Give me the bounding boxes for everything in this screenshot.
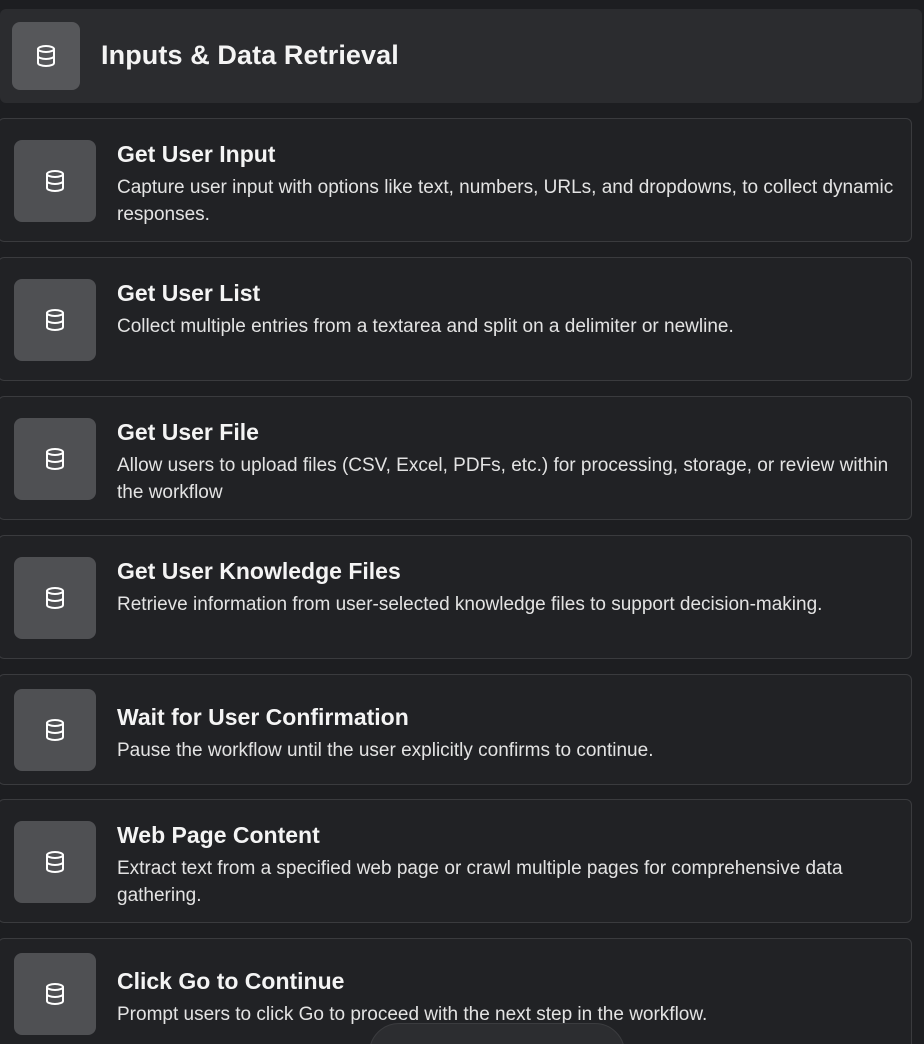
database-icon xyxy=(37,45,55,67)
database-icon xyxy=(46,309,64,331)
block-card-wait-for-user-confirmation[interactable]: Wait for User Confirmation Pause the wor… xyxy=(0,674,912,785)
block-icon-tile xyxy=(14,418,96,500)
block-title: Web Page Content xyxy=(117,822,320,848)
block-card-web-page-content[interactable]: Web Page Content Extract text from a spe… xyxy=(0,799,912,923)
block-description: Retrieve information from user-selected … xyxy=(117,594,823,615)
block-icon-tile xyxy=(14,821,96,903)
block-icon-tile xyxy=(14,140,96,222)
database-icon xyxy=(46,719,64,741)
block-icon-tile xyxy=(14,557,96,639)
block-card-get-user-knowledge-files[interactable]: Get User Knowledge Files Retrieve inform… xyxy=(0,535,912,659)
block-description: Extract text from a specified web page o… xyxy=(117,858,843,906)
block-title: Get User List xyxy=(117,280,261,306)
category-icon-tile xyxy=(12,22,80,90)
database-icon xyxy=(46,851,64,873)
block-library-panel: Inputs & Data Retrieval Get User Input C… xyxy=(0,0,924,1044)
block-title: Get User File xyxy=(117,419,259,445)
database-icon xyxy=(46,983,64,1005)
database-icon xyxy=(46,587,64,609)
block-icon-tile xyxy=(14,689,96,771)
category-header[interactable]: Inputs & Data Retrieval xyxy=(0,9,922,103)
block-title: Wait for User Confirmation xyxy=(117,704,409,730)
block-title: Get User Input xyxy=(117,141,276,167)
block-card-get-user-input[interactable]: Get User Input Capture user input with o… xyxy=(0,118,912,242)
block-title: Click Go to Continue xyxy=(117,968,345,994)
category-title: Inputs & Data Retrieval xyxy=(101,40,399,70)
block-description: Capture user input with options like tex… xyxy=(117,177,894,225)
block-description: Allow users to upload files (CSV, Excel,… xyxy=(117,455,889,503)
database-icon xyxy=(46,170,64,192)
database-icon xyxy=(46,448,64,470)
block-description: Collect multiple entries from a textarea… xyxy=(117,316,734,337)
block-icon-tile xyxy=(14,953,96,1035)
block-card-get-user-list[interactable]: Get User List Collect multiple entries f… xyxy=(0,257,912,381)
block-icon-tile xyxy=(14,279,96,361)
floating-action-pill[interactable] xyxy=(369,1023,625,1044)
block-card-get-user-file[interactable]: Get User File Allow users to upload file… xyxy=(0,396,912,520)
block-description: Pause the workflow until the user explic… xyxy=(117,740,654,761)
block-title: Get User Knowledge Files xyxy=(117,558,401,584)
